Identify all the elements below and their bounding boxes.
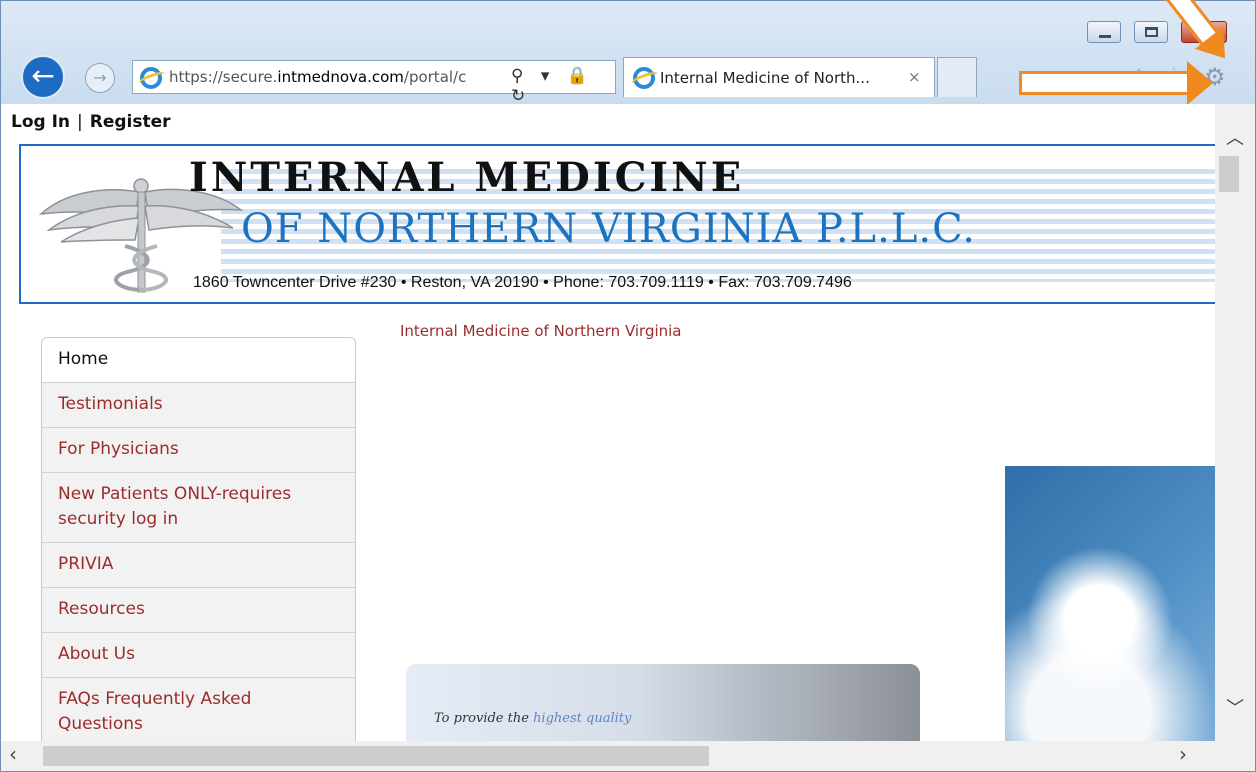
nav-item-resources[interactable]: Resources <box>42 588 355 633</box>
scroll-left-icon[interactable]: ‹ <box>9 742 17 766</box>
site-banner[interactable]: INTERNAL MEDICINE OF NORTHERN VIRGINIA P… <box>19 144 1215 304</box>
forward-arrow-icon: → <box>93 68 107 87</box>
scroll-down-icon[interactable]: ﹀ <box>1215 694 1255 720</box>
url-prefix: https://secure. <box>169 68 278 86</box>
mission-text: To provide the highest quality <box>434 711 631 726</box>
nav-item-privia[interactable]: PRIVIA <box>42 543 355 588</box>
banner-address: 1860 Towncenter Drive #230 • Reston, VA … <box>193 274 852 291</box>
page-viewport: Log In | Register INTERNAL MEDICINE OF NOR… <box>1 104 1255 771</box>
tab-title: Internal Medicine of North... <box>660 69 870 87</box>
vertical-scroll-thumb[interactable] <box>1219 156 1239 192</box>
ie-logo-icon <box>140 67 162 89</box>
scroll-right-icon[interactable]: › <box>1179 742 1187 766</box>
browser-window: × ← → https://secure.intmednova.com/port… <box>0 0 1256 772</box>
address-bar[interactable]: https://secure.intmednova.com/portal/c ⚲… <box>132 60 616 106</box>
vertical-scrollbar[interactable]: ︿ ﹀ <box>1215 104 1255 741</box>
minimize-button[interactable] <box>1087 21 1121 43</box>
maximize-icon <box>1145 27 1158 37</box>
register-link[interactable]: Register <box>90 112 171 132</box>
minimize-icon <box>1099 35 1111 38</box>
url-text[interactable]: https://secure.intmednova.com/portal/c <box>169 68 509 86</box>
url-path: /portal/c <box>403 68 467 86</box>
nav-item-faqs[interactable]: FAQs Frequently Asked Questions <box>42 678 355 748</box>
browser-tab[interactable]: Internal Medicine of North... × <box>623 57 935 97</box>
login-bar: Log In | Register <box>11 112 171 132</box>
browser-chrome: × ← → https://secure.intmednova.com/port… <box>1 0 1255 106</box>
tab-close-icon[interactable]: × <box>908 68 921 86</box>
nav-item-about-us[interactable]: About Us <box>42 633 355 678</box>
banner-subtitle: OF NORTHERN VIRGINIA P.L.L.C. <box>241 206 976 252</box>
nav-item-home[interactable]: Home <box>42 338 355 383</box>
back-arrow-icon: ← <box>31 59 55 92</box>
mission-prefix: To provide the <box>434 711 534 726</box>
annotation-arrow-horizontal-head <box>1187 61 1213 105</box>
tab-favicon-icon <box>633 67 655 89</box>
breadcrumb[interactable]: Internal Medicine of Northern Virginia <box>400 322 682 340</box>
address-bar-icons[interactable]: ⚲ ▾ 🔒 ↻ <box>511 66 615 106</box>
maximize-button[interactable] <box>1134 21 1168 43</box>
forward-button[interactable]: → <box>85 63 115 93</box>
annotation-arrow-horizontal <box>1019 71 1191 95</box>
sky-clouds-image <box>1005 466 1215 746</box>
new-tab-button[interactable] <box>937 57 977 97</box>
banner-title: INTERNAL MEDICINE <box>189 154 745 201</box>
horizontal-scroll-thumb[interactable] <box>43 746 709 766</box>
scroll-up-icon[interactable]: ︿ <box>1215 124 1255 150</box>
nav-item-testimonials[interactable]: Testimonials <box>42 383 355 428</box>
nav-item-new-patients[interactable]: New Patients ONLY-requires security log … <box>42 473 355 543</box>
scrollbar-corner <box>1215 741 1255 771</box>
login-link[interactable]: Log In <box>11 112 70 132</box>
login-separator: | <box>77 112 83 132</box>
mission-emphasis: highest quality <box>533 711 632 726</box>
side-navigation: Home Testimonials For Physicians New Pat… <box>41 337 356 749</box>
url-domain: intmednova.com <box>277 68 404 86</box>
nav-item-for-physicians[interactable]: For Physicians <box>42 428 355 473</box>
back-button[interactable]: ← <box>21 55 65 99</box>
horizontal-scrollbar[interactable]: ‹ › <box>1 741 1215 771</box>
